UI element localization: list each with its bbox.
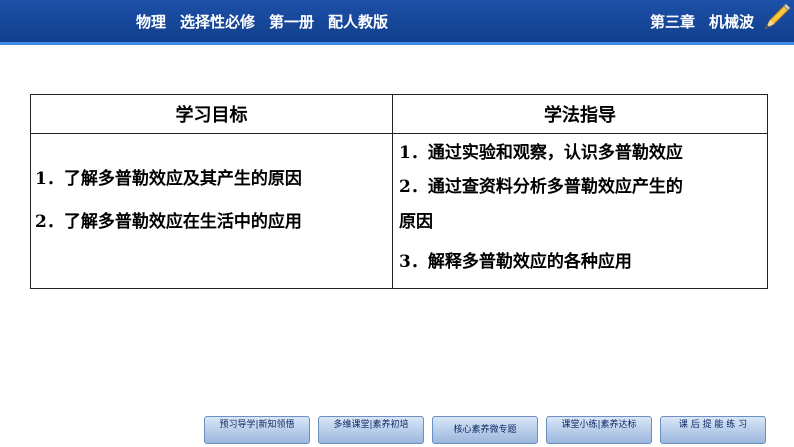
nav-button-preview[interactable]: 预习导学|新知领悟	[204, 416, 310, 444]
guidance-item-continued: 原因	[399, 207, 433, 232]
goal-text: 了解多普勒效应及其产生的原因	[63, 169, 302, 189]
breadcrumb-volume: 第一册	[269, 13, 315, 31]
top-banner: 物理 选择性必修 第一册 配人教版 第三章 机械波	[0, 0, 794, 42]
nav-button-homework[interactable]: 课 后 提 能 练 习	[660, 416, 766, 444]
chapter-number: 第三章	[650, 13, 696, 31]
breadcrumb-subject: 物理	[136, 13, 167, 31]
goal-number: 2．	[35, 212, 64, 232]
guidance-text: 通过查资料分析多普勒效应产生的	[427, 177, 683, 197]
guidance-item: 3．解释多普勒效应的各种应用	[399, 247, 632, 272]
header-learning-goals: 学习目标	[30, 94, 393, 134]
header-study-guidance: 学法指导	[392, 94, 768, 134]
learning-table: 学习目标 学法指导 1．了解多普勒效应及其产生的原因 2．了解多普勒效应在生活中…	[30, 94, 768, 289]
guidance-number: 2．	[399, 177, 428, 197]
nav-button-core-topic[interactable]: 核心素养微专题	[432, 416, 538, 444]
guidance-text: 通过实验和观察，认识多普勒效应	[427, 143, 683, 163]
pencil-icon	[764, 3, 791, 30]
goal-item: 1．了解多普勒效应及其产生的原因	[35, 164, 302, 189]
guidance-cell: 1．通过实验和观察，认识多普勒效应 2．通过查资料分析多普勒效应产生的 原因 3…	[392, 133, 768, 289]
nav-button-practice[interactable]: 课堂小练|素养达标	[546, 416, 652, 444]
nav-button-classroom[interactable]: 多维课堂|素养初培	[318, 416, 424, 444]
guidance-text: 解释多普勒效应的各种应用	[427, 252, 632, 272]
chapter-topic: 机械波	[709, 13, 755, 31]
chapter-label: 第三章 机械波	[650, 11, 754, 32]
guidance-text: 原因	[399, 212, 433, 232]
breadcrumb-module: 选择性必修	[180, 13, 256, 31]
guidance-item: 1．通过实验和观察，认识多普勒效应	[399, 138, 683, 163]
header-divider	[0, 42, 794, 45]
guidance-number: 1．	[399, 143, 428, 163]
course-breadcrumb: 物理 选择性必修 第一册 配人教版	[136, 11, 388, 32]
goal-text: 了解多普勒效应在生活中的应用	[63, 212, 302, 232]
breadcrumb-edition: 配人教版	[328, 13, 389, 31]
guidance-number: 3．	[399, 252, 428, 272]
goals-cell: 1．了解多普勒效应及其产生的原因 2．了解多普勒效应在生活中的应用	[30, 133, 393, 289]
goal-item: 2．了解多普勒效应在生活中的应用	[35, 207, 302, 232]
goal-number: 1．	[35, 169, 64, 189]
guidance-item: 2．通过查资料分析多普勒效应产生的	[399, 172, 683, 197]
